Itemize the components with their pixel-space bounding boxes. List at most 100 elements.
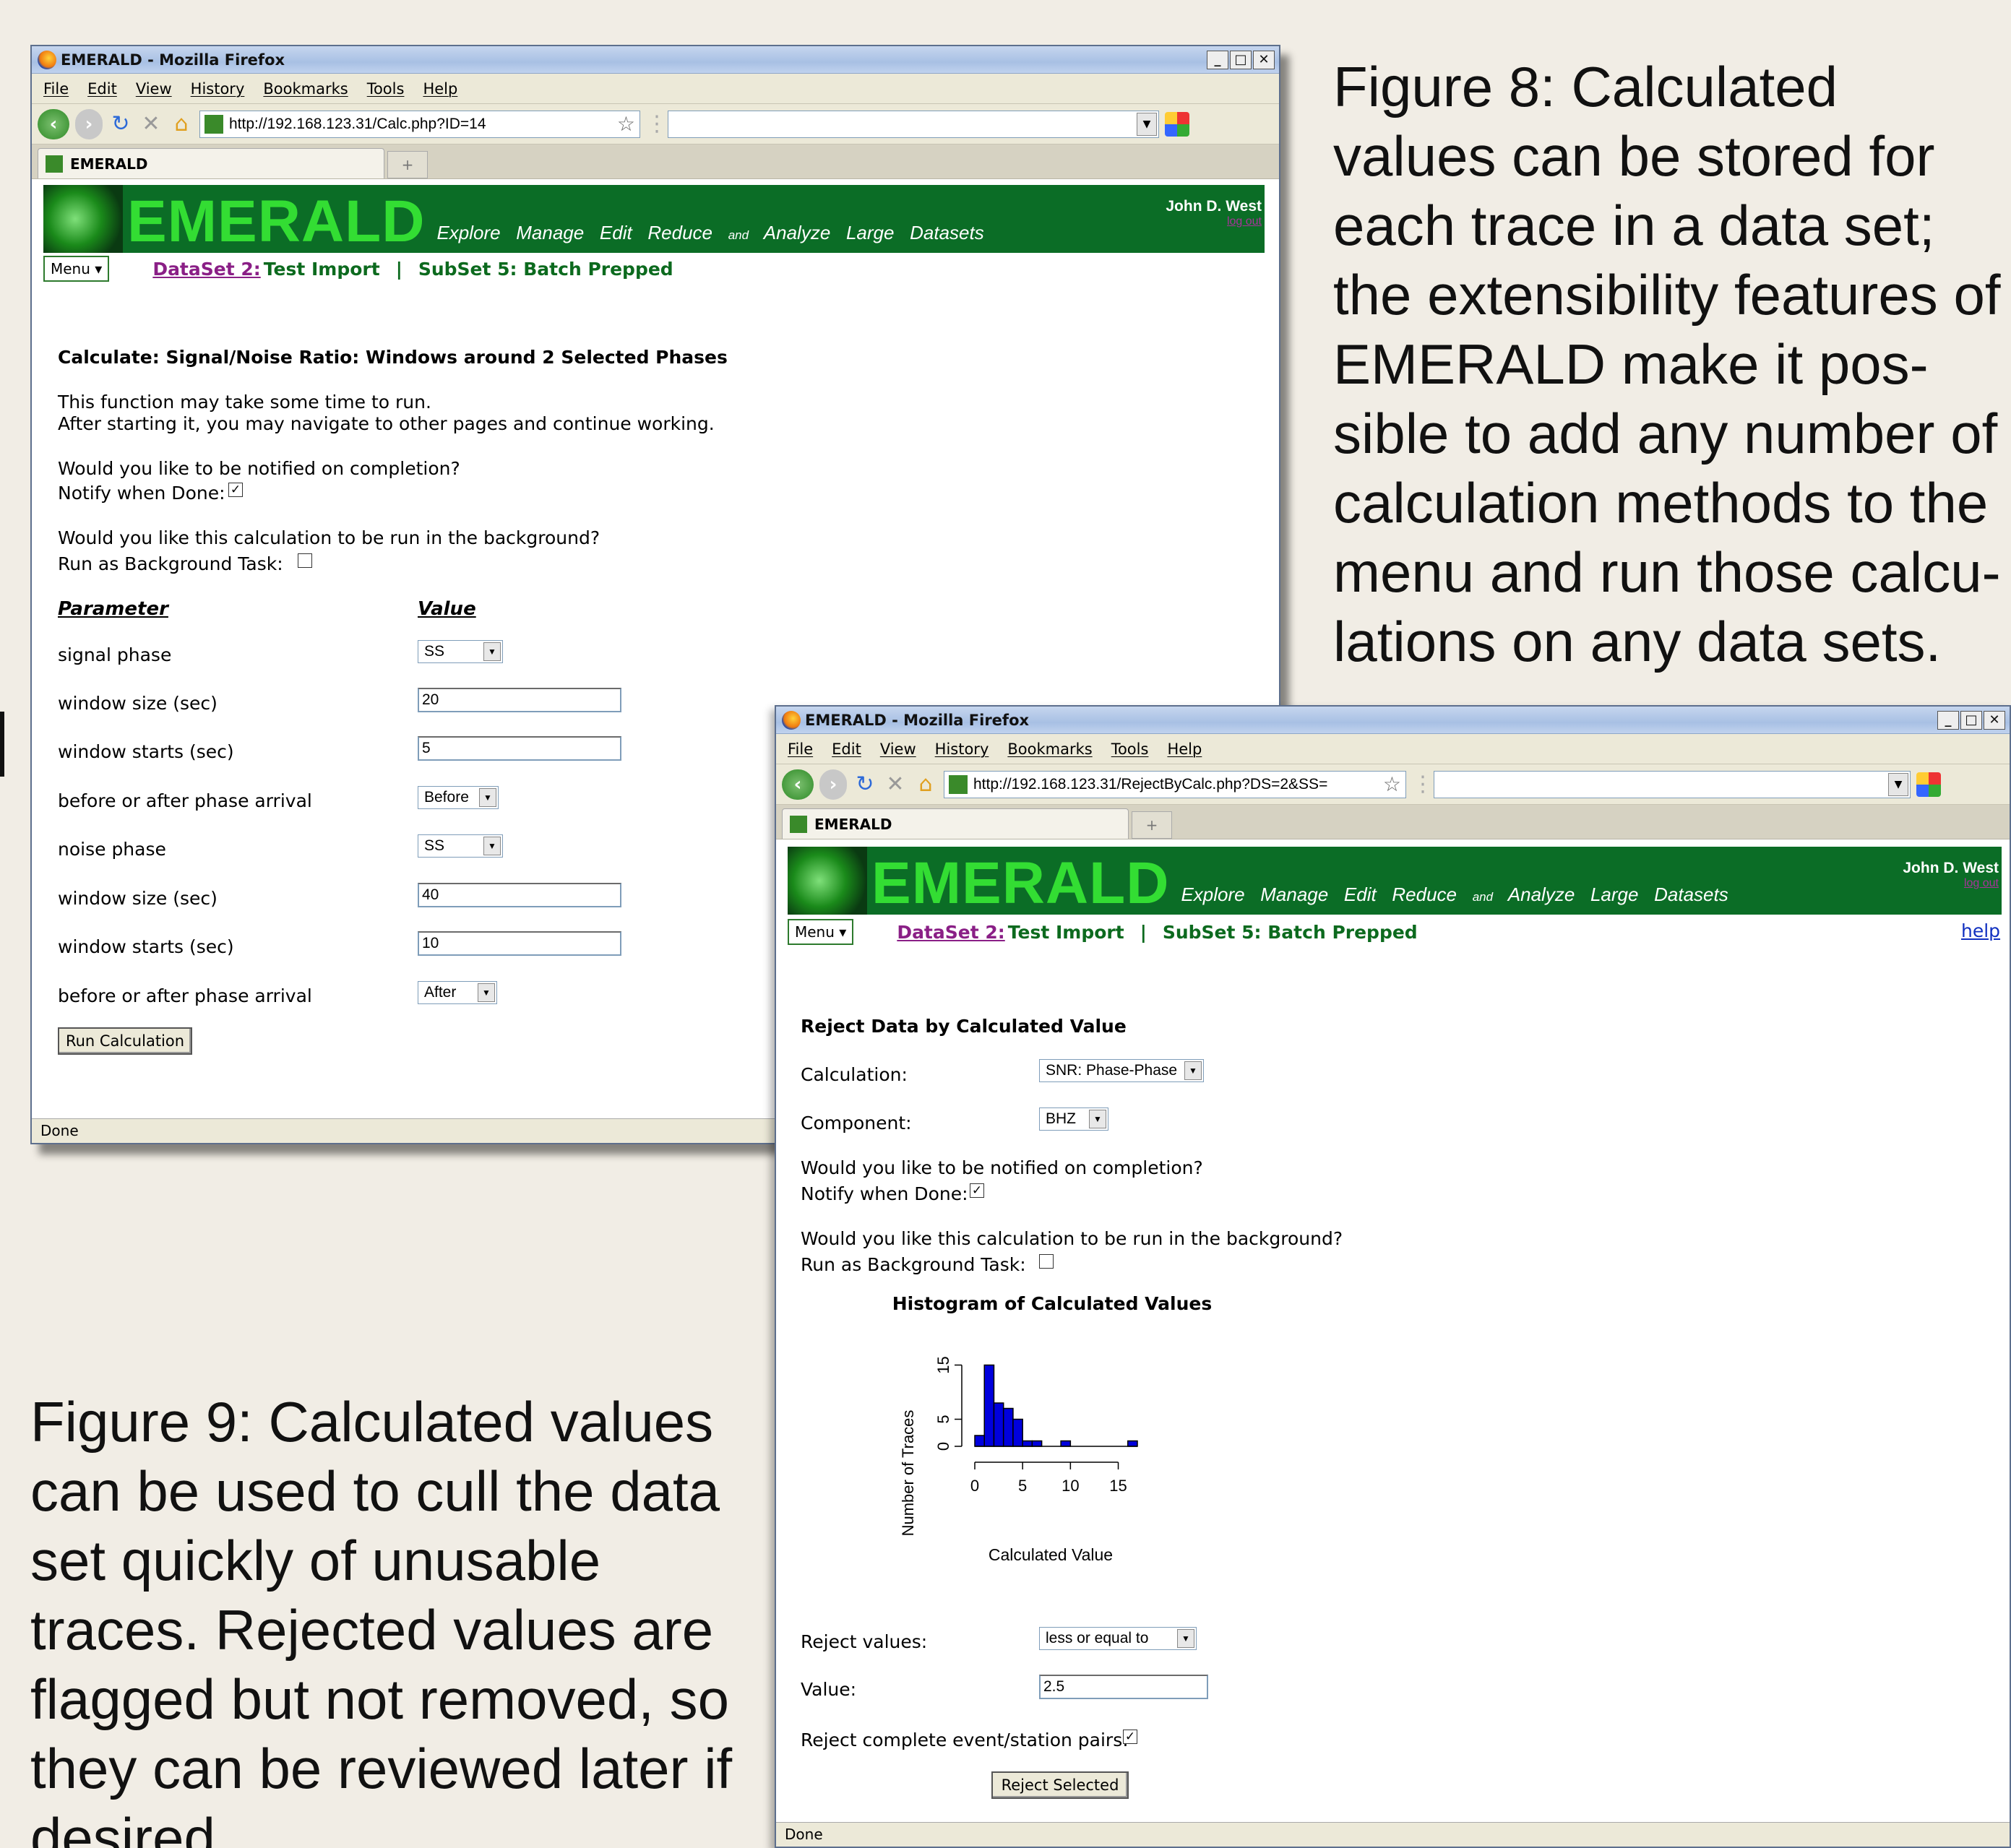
menu-file[interactable]: File — [788, 741, 813, 758]
close-button[interactable]: ✕ — [1984, 710, 2005, 730]
menu-dropdown-button[interactable]: Menu ▾ — [43, 256, 110, 282]
search-field[interactable]: ▼ — [1434, 770, 1911, 798]
menu-view[interactable]: View — [880, 741, 916, 758]
signal-before-after-value: Before — [424, 789, 469, 806]
bookmark-star-icon[interactable]: ☆ — [617, 112, 640, 136]
notify-question: Would you like to be notified on complet… — [801, 1157, 1203, 1178]
reject-pairs-checkbox[interactable]: ✓ — [1123, 1730, 1137, 1744]
forward-icon[interactable]: › — [75, 108, 103, 139]
tag-edit: Edit — [599, 222, 632, 243]
dataset-link[interactable]: DataSet 2: — [897, 922, 1004, 943]
figure-8-caption-line: each trace in a data set; — [1333, 194, 1935, 257]
value-input[interactable]: 2.5 — [1039, 1675, 1208, 1699]
back-icon[interactable]: ‹ — [38, 108, 69, 139]
value-label: Value: — [801, 1679, 857, 1700]
menu-edit[interactable]: Edit — [87, 80, 117, 98]
figure-9-caption-line: desired. — [30, 1806, 231, 1848]
signal-before-after-select[interactable]: Before ▼ — [418, 786, 499, 809]
subset-name: SubSet 5: Batch Prepped — [418, 258, 673, 280]
menu-help[interactable]: Help — [423, 80, 457, 98]
menu-help[interactable]: Help — [1167, 741, 1202, 758]
histogram-bar — [993, 1402, 1004, 1447]
calculation-select[interactable]: SNR: Phase-Phase ▼ — [1039, 1059, 1204, 1082]
bookmark-star-icon[interactable]: ☆ — [1383, 772, 1405, 796]
logout-link[interactable]: log out — [1166, 215, 1262, 228]
minimize-button[interactable]: _ — [1937, 710, 1959, 730]
figure-8-caption-line: values can be stored for — [1333, 124, 1935, 188]
notify-checkbox[interactable]: ✓ — [228, 483, 243, 497]
x-tick-label: 10 — [1062, 1477, 1079, 1495]
param-label-signal-before-after: before or after phase arrival — [58, 790, 312, 811]
component-select[interactable]: BHZ ▼ — [1039, 1107, 1108, 1131]
tab-emerald[interactable]: EMERALD — [782, 808, 1129, 839]
param-label-noise-before-after: before or after phase arrival — [58, 985, 312, 1006]
url-text: http://192.168.123.31/Calc.php?ID=14 — [229, 115, 486, 132]
dataset-link[interactable]: DataSet 2: — [152, 259, 260, 280]
help-link[interactable]: help — [1961, 920, 2000, 941]
home-icon[interactable]: ⌂ — [169, 111, 194, 137]
background-checkbox[interactable] — [298, 553, 312, 568]
noise-phase-select[interactable]: SS ▼ — [418, 834, 503, 858]
tab-emerald[interactable]: EMERALD — [38, 148, 384, 178]
menu-history[interactable]: History — [191, 80, 245, 98]
menu-edit[interactable]: Edit — [832, 741, 861, 758]
maximize-button[interactable]: □ — [1960, 710, 1982, 730]
menu-dropdown-button[interactable]: Menu ▾ — [788, 919, 854, 945]
navigation-toolbar: ‹ › ↻ ✕ ⌂ http://192.168.123.31/Calc.php… — [32, 104, 1279, 144]
search-field[interactable]: ▼ — [668, 110, 1159, 138]
url-bar[interactable]: http://192.168.123.31/RejectByCalc.php?D… — [944, 770, 1406, 798]
histogram-bar — [1060, 1440, 1072, 1447]
notify-checkbox[interactable]: ✓ — [970, 1183, 984, 1198]
run-calculation-button[interactable]: Run Calculation — [58, 1027, 192, 1055]
forward-icon[interactable]: › — [819, 769, 847, 800]
splitter-icon[interactable]: ⋮ — [646, 111, 668, 137]
new-tab-button[interactable]: + — [1132, 811, 1172, 839]
background-question: Would you like this calculation to be ru… — [58, 527, 600, 548]
signal-window-starts-input[interactable]: 5 — [418, 736, 621, 761]
noise-window-starts-input[interactable]: 10 — [418, 931, 621, 956]
stop-icon[interactable]: ✕ — [139, 111, 163, 137]
x-tick-label: 15 — [1109, 1477, 1127, 1495]
new-tab-button[interactable]: + — [387, 151, 428, 178]
menu-file[interactable]: File — [43, 80, 69, 98]
menu-history[interactable]: History — [935, 741, 989, 758]
value-header: Value — [418, 598, 476, 620]
signal-window-size-input[interactable]: 20 — [418, 688, 621, 712]
histogram-bar — [983, 1364, 995, 1447]
menu-view[interactable]: View — [136, 80, 172, 98]
reject-values-select[interactable]: less or equal to ▼ — [1039, 1627, 1197, 1650]
firefox-icon — [782, 710, 801, 730]
plot-area: 0 5 10 15 0 5 15 — [934, 1356, 1138, 1495]
minimize-button[interactable]: _ — [1207, 50, 1228, 69]
back-icon[interactable]: ‹ — [782, 769, 814, 800]
noise-window-size-input[interactable]: 40 — [418, 883, 621, 907]
background-checkbox[interactable] — [1039, 1254, 1054, 1269]
google-search-icon[interactable] — [1165, 111, 1189, 137]
tab-favicon-icon — [790, 815, 807, 833]
logout-link[interactable]: log out — [1903, 877, 1999, 890]
url-bar[interactable]: http://192.168.123.31/Calc.php?ID=14 ☆ — [199, 110, 640, 138]
reject-selected-button[interactable]: Reject Selected — [991, 1771, 1129, 1799]
close-button[interactable]: ✕ — [1253, 50, 1275, 69]
splitter-icon[interactable]: ⋮ — [1412, 772, 1434, 798]
home-icon[interactable]: ⌂ — [913, 772, 938, 798]
user-area: John D. West log out — [1903, 860, 1999, 890]
menu-tools[interactable]: Tools — [367, 80, 405, 98]
stop-icon[interactable]: ✕ — [883, 772, 908, 798]
histogram-bar — [1031, 1440, 1043, 1447]
reject-pairs-label: Reject complete event/station pairs: — [801, 1730, 1129, 1750]
reload-icon[interactable]: ↻ — [108, 111, 133, 137]
banner-tagline: Explore Manage Edit Reduce and Analyze L… — [436, 222, 983, 253]
histogram-bar — [1002, 1407, 1014, 1447]
google-search-icon[interactable] — [1916, 772, 1941, 797]
tag-reduce: Reduce — [647, 222, 713, 243]
menu-tools[interactable]: Tools — [1111, 741, 1149, 758]
background-label: Run as Background Task: — [801, 1254, 1026, 1275]
reload-icon[interactable]: ↻ — [853, 772, 877, 798]
signal-phase-select[interactable]: SS ▼ — [418, 640, 503, 663]
menu-bookmarks[interactable]: Bookmarks — [1007, 741, 1092, 758]
notify-question: Would you like to be notified on complet… — [58, 458, 460, 479]
menu-bookmarks[interactable]: Bookmarks — [263, 80, 348, 98]
maximize-button[interactable]: □ — [1230, 50, 1252, 69]
noise-before-after-select[interactable]: After ▼ — [418, 981, 497, 1004]
